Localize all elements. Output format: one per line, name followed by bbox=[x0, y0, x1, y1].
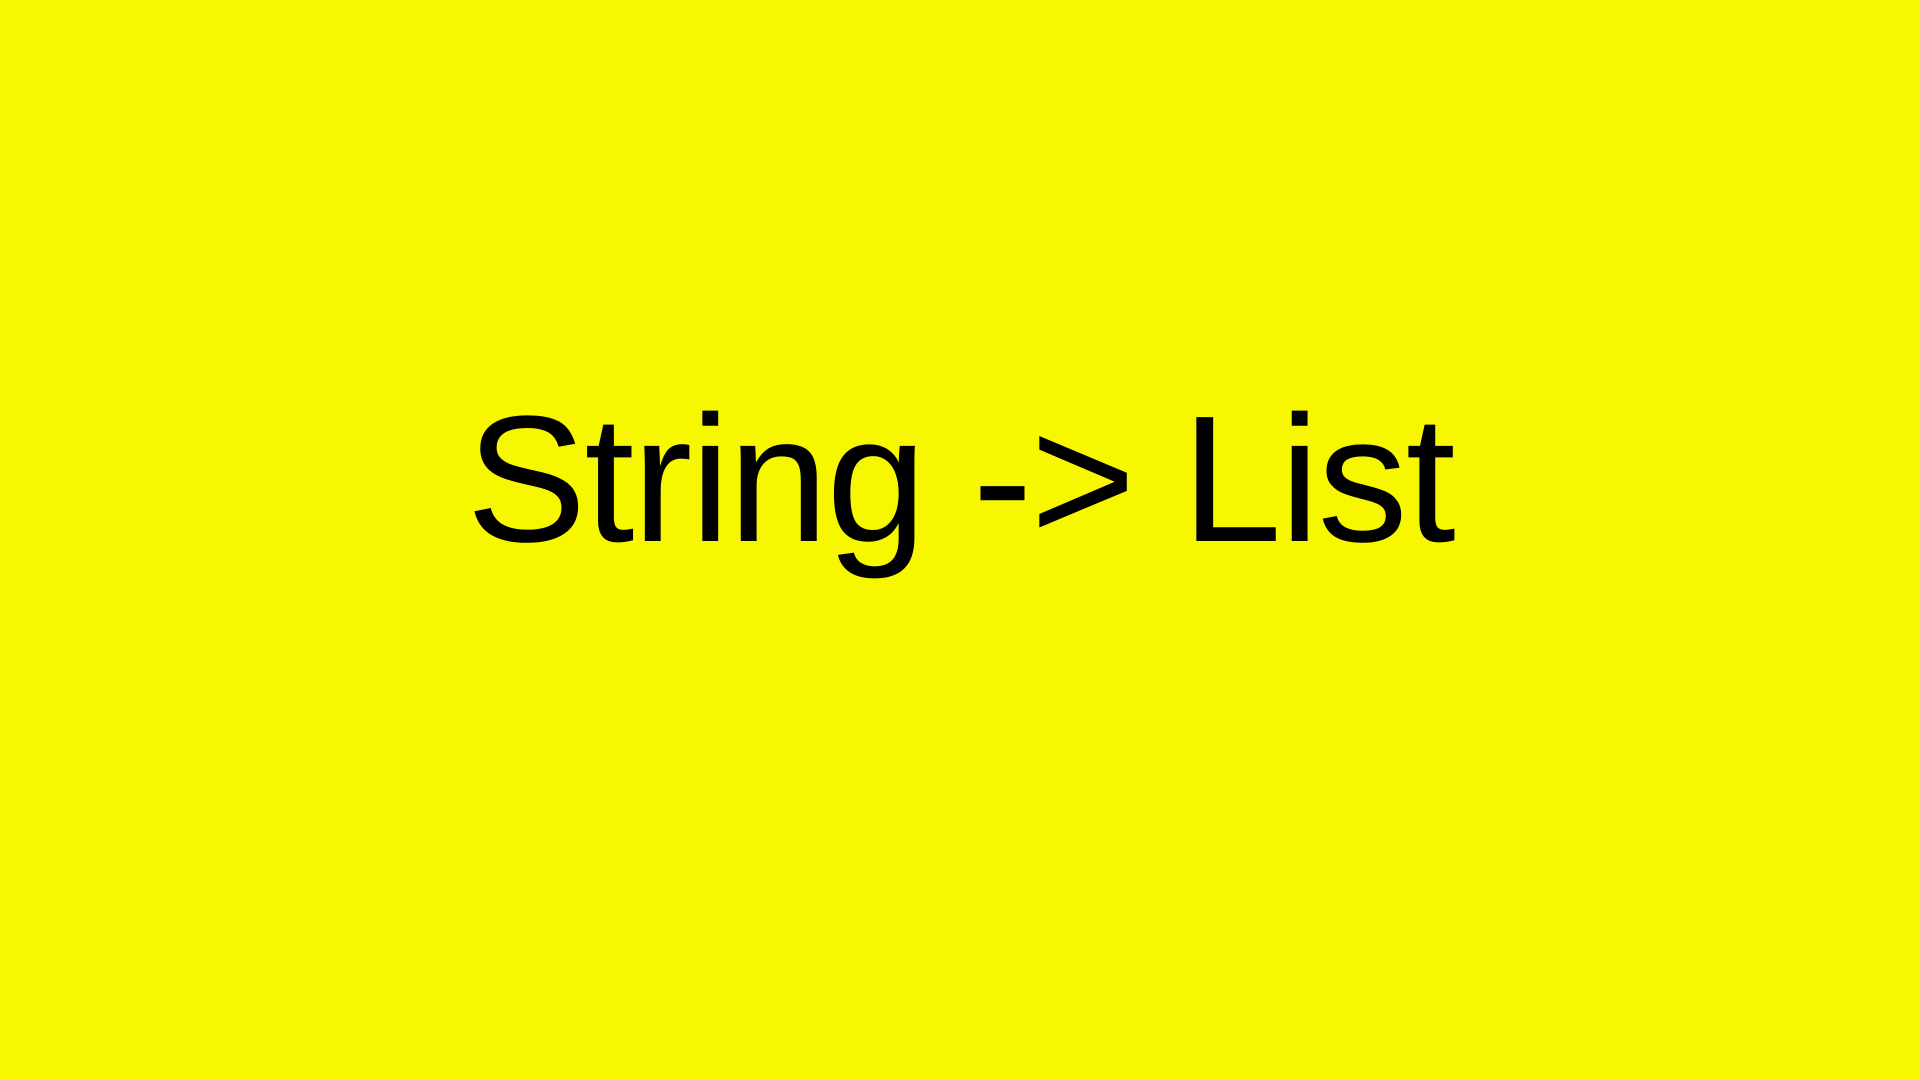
slide-title: String -> List bbox=[466, 390, 1453, 570]
